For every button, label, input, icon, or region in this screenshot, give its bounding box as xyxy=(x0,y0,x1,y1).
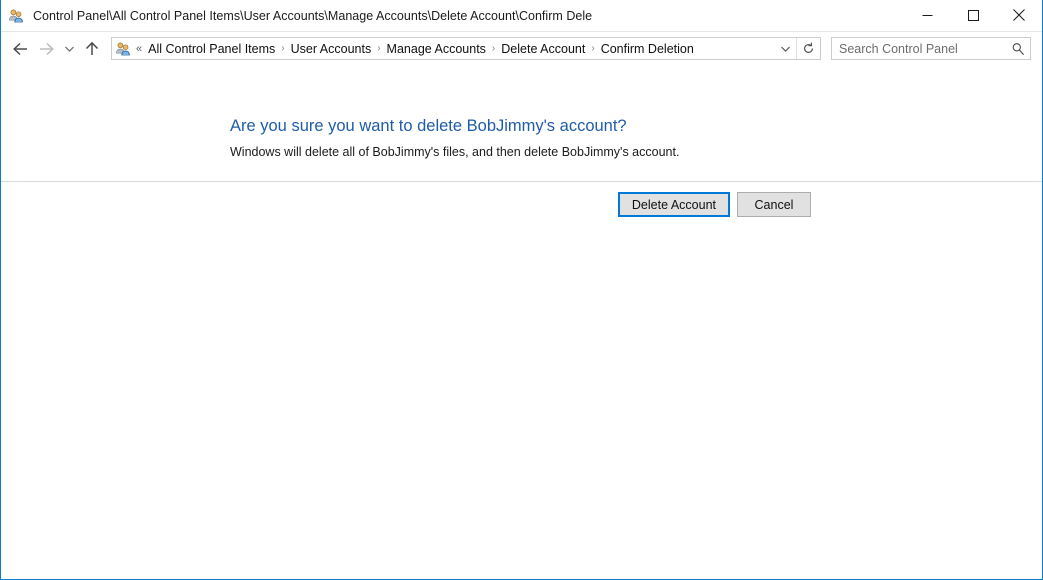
caption-buttons xyxy=(904,0,1042,30)
back-button[interactable] xyxy=(7,36,33,62)
button-row: Delete Account Cancel xyxy=(1,192,1042,217)
search-icon[interactable] xyxy=(1006,42,1030,56)
refresh-icon[interactable] xyxy=(796,38,820,59)
address-user-accounts-icon xyxy=(115,41,131,57)
breadcrumb-item-all-control-panel-items[interactable]: All Control Panel Items xyxy=(144,40,279,58)
up-button[interactable] xyxy=(79,36,105,62)
window-title: Control Panel\All Control Panel Items\Us… xyxy=(33,8,593,23)
breadcrumb-item-delete-account[interactable]: Delete Account xyxy=(497,40,589,58)
content-area: Are you sure you want to delete BobJimmy… xyxy=(1,65,1042,579)
control-panel-window: Control Panel\All Control Panel Items\Us… xyxy=(0,0,1043,580)
breadcrumb-separator-icon[interactable]: › xyxy=(279,43,286,54)
breadcrumb-separator-icon[interactable]: › xyxy=(589,43,596,54)
search-control-panel-box[interactable]: Search Control Panel xyxy=(831,37,1031,60)
cancel-button[interactable]: Cancel xyxy=(737,192,811,217)
address-chevron-down-icon[interactable] xyxy=(774,38,796,59)
delete-account-button[interactable]: Delete Account xyxy=(617,192,730,217)
page-description: Windows will delete all of BobJimmy's fi… xyxy=(230,145,680,159)
breadcrumb-separator-icon[interactable]: › xyxy=(490,43,497,54)
recent-locations-chevron-down-icon[interactable] xyxy=(59,36,79,62)
navigation-toolbar: « All Control Panel Items › User Account… xyxy=(1,32,1042,65)
breadcrumb-overflow-icon[interactable]: « xyxy=(135,43,144,55)
forward-button[interactable] xyxy=(33,36,59,62)
breadcrumb-item-confirm-deletion[interactable]: Confirm Deletion xyxy=(597,40,698,58)
page-title: Are you sure you want to delete BobJimmy… xyxy=(230,117,627,135)
close-button[interactable] xyxy=(996,0,1042,30)
title-bar[interactable]: Control Panel\All Control Panel Items\Us… xyxy=(1,0,1042,32)
breadcrumb-separator-icon[interactable]: › xyxy=(375,43,382,54)
breadcrumb: « All Control Panel Items › User Account… xyxy=(135,40,774,58)
maximize-button[interactable] xyxy=(950,0,996,30)
breadcrumb-item-user-accounts[interactable]: User Accounts xyxy=(287,40,376,58)
content-divider xyxy=(1,181,1042,182)
breadcrumb-item-manage-accounts[interactable]: Manage Accounts xyxy=(383,40,490,58)
minimize-button[interactable] xyxy=(904,0,950,30)
search-input[interactable]: Search Control Panel xyxy=(832,42,958,56)
address-bar[interactable]: « All Control Panel Items › User Account… xyxy=(111,37,821,60)
user-accounts-icon xyxy=(8,8,24,24)
